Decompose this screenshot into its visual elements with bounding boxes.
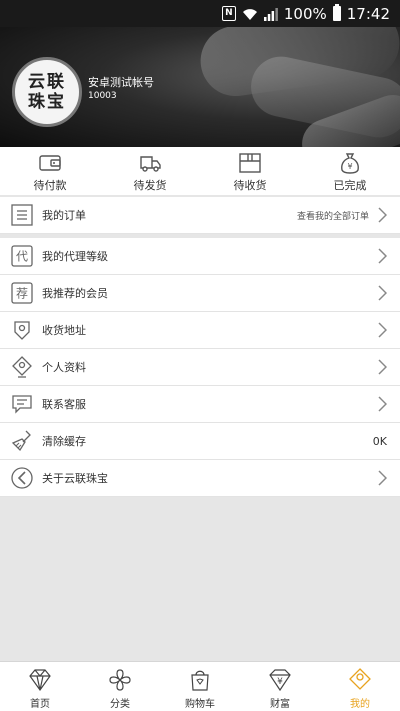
recommend-icon: 荐: [11, 282, 33, 304]
wifi-icon: [242, 8, 257, 20]
money-bag-icon: ¥: [341, 153, 359, 174]
svg-text:代: 代: [16, 250, 28, 264]
nfc-icon: N: [221, 6, 236, 21]
box-icon: [239, 153, 261, 173]
wallet-icon: [39, 155, 61, 171]
chevron-right-icon: [378, 207, 387, 223]
diamond-icon: [29, 669, 51, 692]
view-all-orders-link[interactable]: 查看我的全部订单: [297, 209, 369, 222]
nav-mine[interactable]: 我的: [320, 662, 400, 711]
about-icon: [11, 467, 33, 489]
chevron-right-icon: [378, 248, 387, 264]
row-right: 查看我的全部订单: [297, 207, 400, 223]
order-list-icon: [11, 204, 33, 226]
order-tab-pending-shipment[interactable]: 待发货: [100, 147, 200, 195]
menu-row-customer-service[interactable]: 联系客服: [0, 386, 400, 423]
chevron-right-icon: [378, 285, 387, 301]
menu-row-recommended-members[interactable]: 荐 我推荐的会员: [0, 275, 400, 312]
status-time: 17:42: [346, 4, 390, 23]
menu-row-label: 清除缓存: [42, 435, 86, 448]
profile-icon: [12, 356, 32, 378]
menu-row-about[interactable]: 关于云联珠宝: [0, 460, 400, 497]
battery-icon: [332, 4, 341, 21]
order-status-bar: 待付款 待发货 待收货 ¥ 已完成: [0, 147, 400, 195]
user-id: 10003: [88, 91, 117, 101]
row-right: 0K: [373, 435, 400, 448]
nav-label: 财富: [270, 699, 290, 710]
order-tab-pending-payment[interactable]: 待付款: [0, 147, 100, 195]
menu-row-label: 我的代理等级: [42, 250, 108, 263]
order-tab-label: 待付款: [33, 179, 67, 192]
wealth-icon: ¥: [269, 669, 291, 692]
row-right: [377, 248, 400, 264]
avatar[interactable]: 云联珠宝: [12, 57, 82, 127]
broom-icon: [11, 430, 31, 452]
order-tab-completed[interactable]: ¥ 已完成: [300, 147, 400, 195]
row-right: [377, 470, 400, 486]
svg-text:荐: 荐: [16, 287, 28, 301]
row-right: [377, 359, 400, 375]
menu-row-clear-cache[interactable]: 清除缓存 0K: [0, 423, 400, 460]
nav-label: 我的: [350, 699, 370, 710]
cache-size: 0K: [372, 434, 387, 448]
clover-icon: [109, 669, 131, 691]
username: 安卓测试帐号: [88, 76, 154, 89]
user-icon: [349, 668, 371, 690]
nav-wealth[interactable]: ¥ 财富: [240, 662, 320, 711]
chevron-right-icon: [378, 396, 387, 412]
svg-text:¥: ¥: [277, 677, 283, 687]
chevron-right-icon: [378, 470, 387, 486]
agent-icon: 代: [11, 245, 33, 267]
svg-text:¥: ¥: [347, 162, 352, 171]
bottom-nav: 首页 分类 购物车 ¥ 财富 我的: [0, 661, 400, 711]
signal-icon: [263, 7, 278, 21]
chevron-right-icon: [378, 359, 387, 375]
nav-label: 购物车: [185, 699, 215, 710]
avatar-logo-text: 云联珠宝: [28, 72, 66, 112]
my-orders-label: 我的订单: [42, 209, 86, 222]
order-tab-label: 待发货: [133, 179, 167, 192]
status-bar: N 100% 17:42: [0, 0, 400, 27]
nav-label: 分类: [110, 699, 130, 710]
menu-row-label: 个人资料: [42, 361, 86, 374]
row-right: [377, 285, 400, 301]
nav-home[interactable]: 首页: [0, 662, 80, 711]
address-icon: [14, 321, 30, 340]
chat-icon: [12, 395, 32, 414]
order-tab-label: 已完成: [333, 179, 367, 192]
my-orders-row[interactable]: 我的订单 查看我的全部订单: [0, 197, 400, 234]
nav-cart[interactable]: 购物车: [160, 662, 240, 711]
truck-icon: [140, 156, 161, 172]
menu-row-label: 关于云联珠宝: [42, 472, 108, 485]
nav-category[interactable]: 分类: [80, 662, 160, 711]
menu-row-shipping-address[interactable]: 收货地址: [0, 312, 400, 349]
shopping-bag-icon: [191, 670, 209, 691]
menu-row-agent-level[interactable]: 代 我的代理等级: [0, 238, 400, 275]
battery-percent: 100%: [283, 4, 327, 23]
row-right: [377, 322, 400, 338]
order-tab-label: 待收货: [233, 179, 267, 192]
menu-row-label: 联系客服: [42, 398, 86, 411]
order-tab-pending-receipt[interactable]: 待收货: [200, 147, 300, 195]
menu-row-label: 收货地址: [42, 324, 86, 337]
menu-row-personal-info[interactable]: 个人资料: [0, 349, 400, 386]
chevron-right-icon: [378, 322, 387, 338]
row-right: [377, 396, 400, 412]
profile-header: 云联珠宝 安卓测试帐号 10003: [0, 27, 400, 147]
nav-label: 首页: [30, 699, 50, 710]
menu-row-label: 我推荐的会员: [42, 287, 108, 300]
